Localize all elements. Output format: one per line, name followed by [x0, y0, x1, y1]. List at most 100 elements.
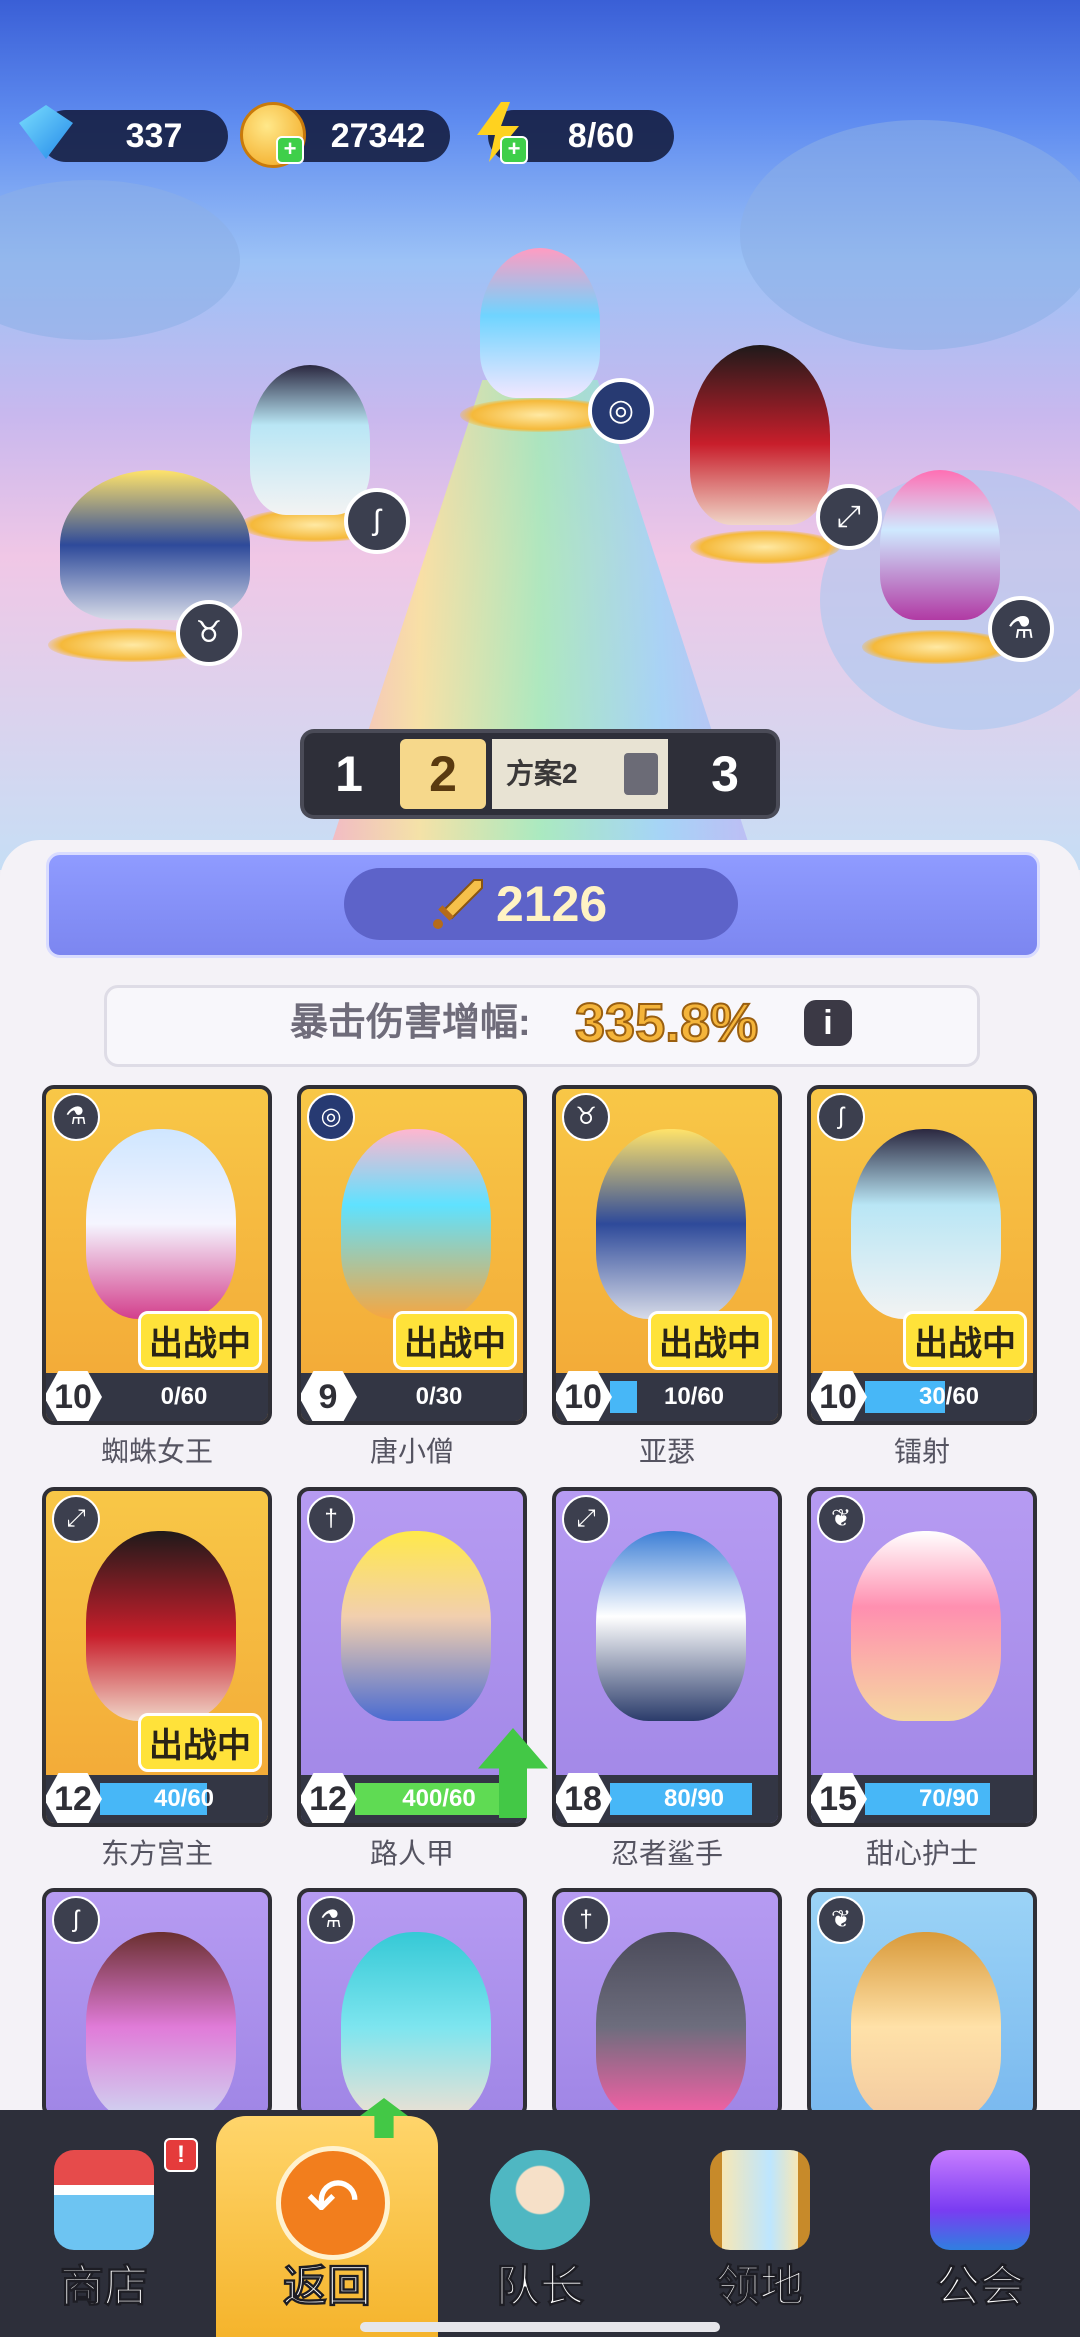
hero-portrait [851, 1129, 1001, 1319]
guild-trophy-icon [930, 2150, 1030, 2250]
tab-loadout-1[interactable]: 1 [310, 739, 388, 809]
staff-icon: ʃ [817, 1093, 865, 1141]
progress-text: 30/60 [918, 1383, 980, 1410]
nav-shop-label: 商店 [60, 2262, 149, 2312]
horned-helmet-icon: ♉ [176, 600, 242, 666]
nav-guild[interactable]: 公会 [880, 2130, 1080, 2337]
hero-name: 镭射 [893, 1436, 950, 1467]
coin-count: 27342 [330, 117, 426, 155]
crit-damage-label: 暴击伤害增幅: [290, 1002, 531, 1044]
hero-portrait [341, 1932, 491, 2114]
progress-text: 40/60 [153, 1785, 215, 1812]
hero-card[interactable]: ◎ 出战中 0/30 9 [297, 1085, 527, 1425]
info-icon[interactable]: i [804, 1000, 852, 1046]
sword-icon: † [562, 1896, 610, 1944]
wings-icon: ❦ [817, 1495, 865, 1543]
cloud [0, 180, 240, 340]
hero-card[interactable]: ⚗ [297, 1888, 527, 2118]
hero-portrait [851, 1531, 1001, 1721]
hero-portrait [851, 1932, 1001, 2114]
hero-name: 亚瑟 [638, 1436, 695, 1467]
nav-back-label: 返回 [283, 2262, 372, 2312]
add-energy-icon[interactable]: + [500, 136, 528, 164]
nav-captain-label: 队长 [496, 2262, 585, 2312]
hero-card[interactable]: ʃ [42, 1888, 272, 2118]
deployed-badge: 出战中 [138, 1713, 262, 1772]
hero-name: 唐小僧 [369, 1436, 454, 1467]
bow-icon: ⤢ [816, 484, 882, 550]
hero-card[interactable]: ʃ 出战中 30/60 10 [807, 1085, 1037, 1425]
hero-card[interactable]: ⤢ 出战中 40/60 12 [42, 1487, 272, 1827]
hero-card[interactable]: † [552, 1888, 782, 2118]
add-coins-icon[interactable]: + [276, 136, 304, 164]
edit-icon[interactable] [624, 753, 658, 795]
hero-dongfang-gongzhu[interactable] [690, 345, 830, 525]
bow-icon: ⤢ [562, 1495, 610, 1543]
tab-loadout-2[interactable]: 2 [400, 739, 486, 809]
hero-portrait [86, 1932, 236, 2114]
shop-alert-badge: ! [164, 2138, 198, 2172]
deployed-badge: 出战中 [648, 1311, 772, 1370]
bow-icon: ⤢ [52, 1495, 100, 1543]
hero-portrait [596, 1531, 746, 1721]
progress-text: 70/90 [918, 1785, 980, 1812]
progress-text: 0/60 [160, 1383, 208, 1410]
hero-portrait [596, 1932, 746, 2114]
hero-portrait [341, 1129, 491, 1319]
progress-text: 10/60 [663, 1383, 725, 1410]
staff-icon: ʃ [52, 1896, 100, 1944]
loadout-tabs: 1 2 方案2 3 [304, 733, 776, 815]
potion-icon: ⚗ [307, 1896, 355, 1944]
nav-back-label-wrap: 返回 [227, 2130, 427, 2337]
hero-card[interactable]: ❦ 70/90 15 [807, 1487, 1037, 1827]
hero-pad [690, 530, 840, 564]
wings-icon: ❦ [817, 1896, 865, 1944]
hero-card[interactable]: ⚗ 出战中 0/60 10 [42, 1085, 272, 1425]
staff-icon: ʃ [344, 488, 410, 554]
territory-door-icon [710, 2150, 810, 2250]
hero-laser[interactable] [250, 365, 370, 515]
horned-helmet-icon: ♉ [562, 1093, 610, 1141]
tab-loadout-3[interactable]: 3 [680, 739, 770, 809]
progress-text: 80/90 [663, 1785, 725, 1812]
nav-territory[interactable]: 领地 [660, 2130, 860, 2337]
hero-portrait [86, 1129, 236, 1319]
energy-count: 8/60 [567, 117, 635, 155]
home-indicator [360, 2322, 720, 2332]
hero-spider-queen[interactable] [880, 470, 1000, 620]
gem-count: 337 [125, 117, 183, 155]
sword-icon [433, 879, 483, 929]
hero-arthur[interactable] [60, 470, 250, 620]
swirl-icon: ◎ [307, 1093, 355, 1141]
loadout-name[interactable]: 方案2 [492, 739, 668, 809]
hero-portrait [341, 1531, 491, 1721]
hero-name: 忍者鲨手 [610, 1838, 723, 1869]
captain-avatar [490, 2150, 590, 2250]
deployed-badge: 出战中 [393, 1311, 517, 1370]
hero-tang-xiaoseng[interactable] [480, 248, 600, 398]
shop-icon [54, 2150, 154, 2250]
hero-name: 东方宫主 [100, 1838, 213, 1869]
swirl-icon: ◎ [588, 378, 654, 444]
deployed-badge: 出战中 [138, 1311, 262, 1370]
potion-icon: ⚗ [988, 596, 1054, 662]
gem-counter[interactable]: 337 [40, 110, 228, 162]
hero-name: 蜘蛛女王 [100, 1436, 213, 1467]
nav-guild-label: 公会 [936, 2262, 1025, 2312]
hero-portrait [596, 1129, 746, 1319]
hero-card[interactable]: ♉ 出战中 10/60 10 [552, 1085, 782, 1425]
nav-captain[interactable]: 队长 [440, 2130, 640, 2337]
hero-card[interactable]: ❦ [807, 1888, 1037, 2118]
sword-icon: † [307, 1495, 355, 1543]
hero-portrait [86, 1531, 236, 1721]
nav-territory-label: 领地 [716, 2262, 805, 2312]
progress-text: 400/60 [402, 1785, 476, 1812]
crit-damage-value: 335.8% [574, 992, 759, 1054]
hero-card[interactable]: ⤢ 80/90 18 [552, 1487, 782, 1827]
potion-icon: ⚗ [52, 1093, 100, 1141]
deployed-badge: 出战中 [903, 1311, 1027, 1370]
progress-text: 0/30 [415, 1383, 463, 1410]
loadout-name-label: 方案2 [506, 758, 578, 789]
hero-card[interactable]: † 400/60 12 [297, 1487, 527, 1827]
hero-name: 路人甲 [369, 1838, 454, 1869]
